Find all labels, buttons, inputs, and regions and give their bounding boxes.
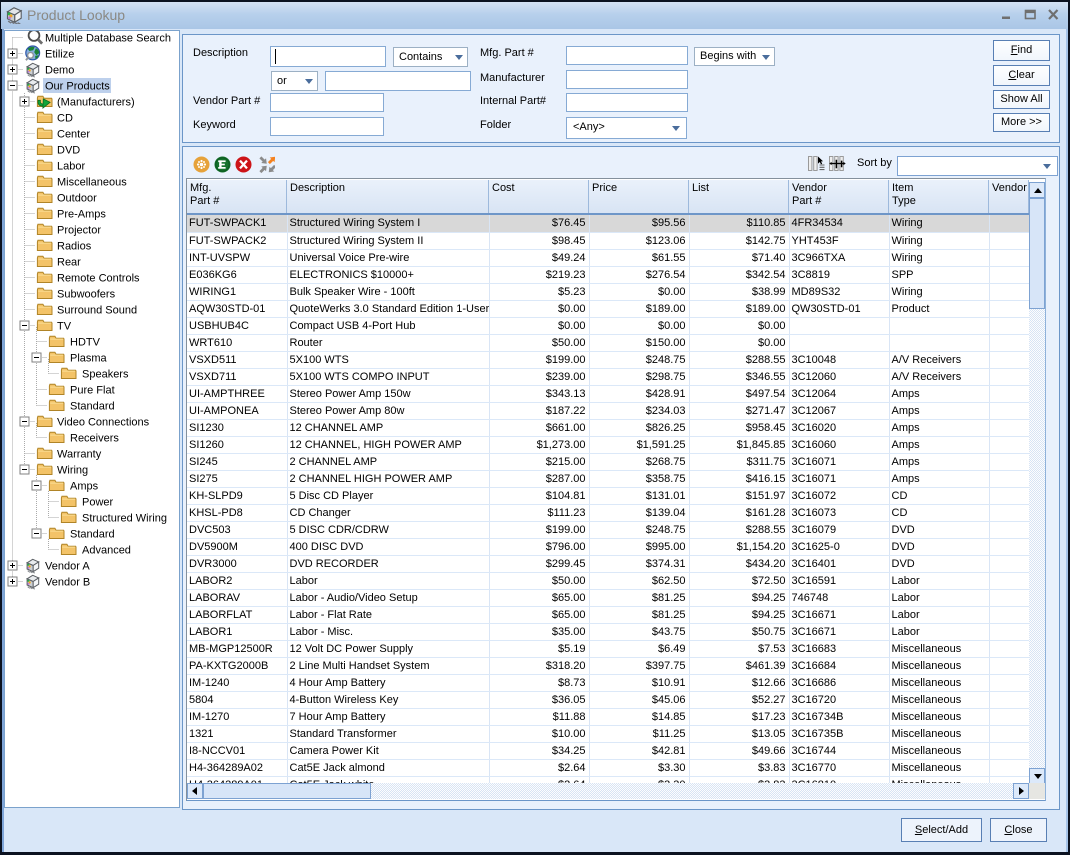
svg-text:Receivers: Receivers — [70, 433, 119, 445]
svg-text:Our Products: Our Products — [45, 81, 110, 93]
svg-text:Vendor A: Vendor A — [45, 561, 90, 573]
svg-text:Standard: Standard — [70, 529, 115, 541]
svg-text:DVD: DVD — [57, 145, 80, 157]
svg-text:TV: TV — [57, 321, 72, 333]
svg-text:Advanced: Advanced — [82, 545, 131, 557]
svg-text:Etilize: Etilize — [45, 49, 74, 61]
svg-text:Pure Flat: Pure Flat — [70, 385, 115, 397]
svg-text:Structured Wiring: Structured Wiring — [82, 513, 167, 525]
svg-text:Outdoor: Outdoor — [57, 193, 97, 205]
svg-text:Radios: Radios — [57, 241, 92, 253]
svg-text:Amps: Amps — [70, 481, 99, 493]
svg-text:CD: CD — [57, 113, 73, 125]
svg-text:Remote Controls: Remote Controls — [57, 273, 140, 285]
svg-text:Plasma: Plasma — [70, 353, 108, 365]
svg-text:Projector: Projector — [57, 225, 101, 237]
svg-text:Center: Center — [57, 129, 90, 141]
svg-text:Subwoofers: Subwoofers — [57, 289, 116, 301]
svg-text:Vendor B: Vendor B — [45, 577, 90, 589]
svg-text:Labor: Labor — [57, 161, 85, 173]
svg-text:Demo: Demo — [45, 65, 74, 77]
svg-text:Rear: Rear — [57, 257, 81, 269]
svg-text:Miscellaneous: Miscellaneous — [57, 177, 127, 189]
svg-text:Surround Sound: Surround Sound — [57, 305, 137, 317]
svg-text:(Manufacturers): (Manufacturers) — [57, 97, 135, 109]
svg-text:Video Connections: Video Connections — [57, 417, 150, 429]
svg-text:Standard: Standard — [70, 401, 115, 413]
svg-text:HDTV: HDTV — [70, 337, 101, 349]
svg-text:Pre-Amps: Pre-Amps — [57, 209, 106, 221]
svg-text:Wiring: Wiring — [57, 465, 88, 477]
svg-text:Warranty: Warranty — [57, 449, 102, 461]
svg-text:Power: Power — [82, 497, 114, 509]
svg-text:Multiple Database Search: Multiple Database Search — [45, 33, 171, 45]
svg-text:Speakers: Speakers — [82, 369, 129, 381]
